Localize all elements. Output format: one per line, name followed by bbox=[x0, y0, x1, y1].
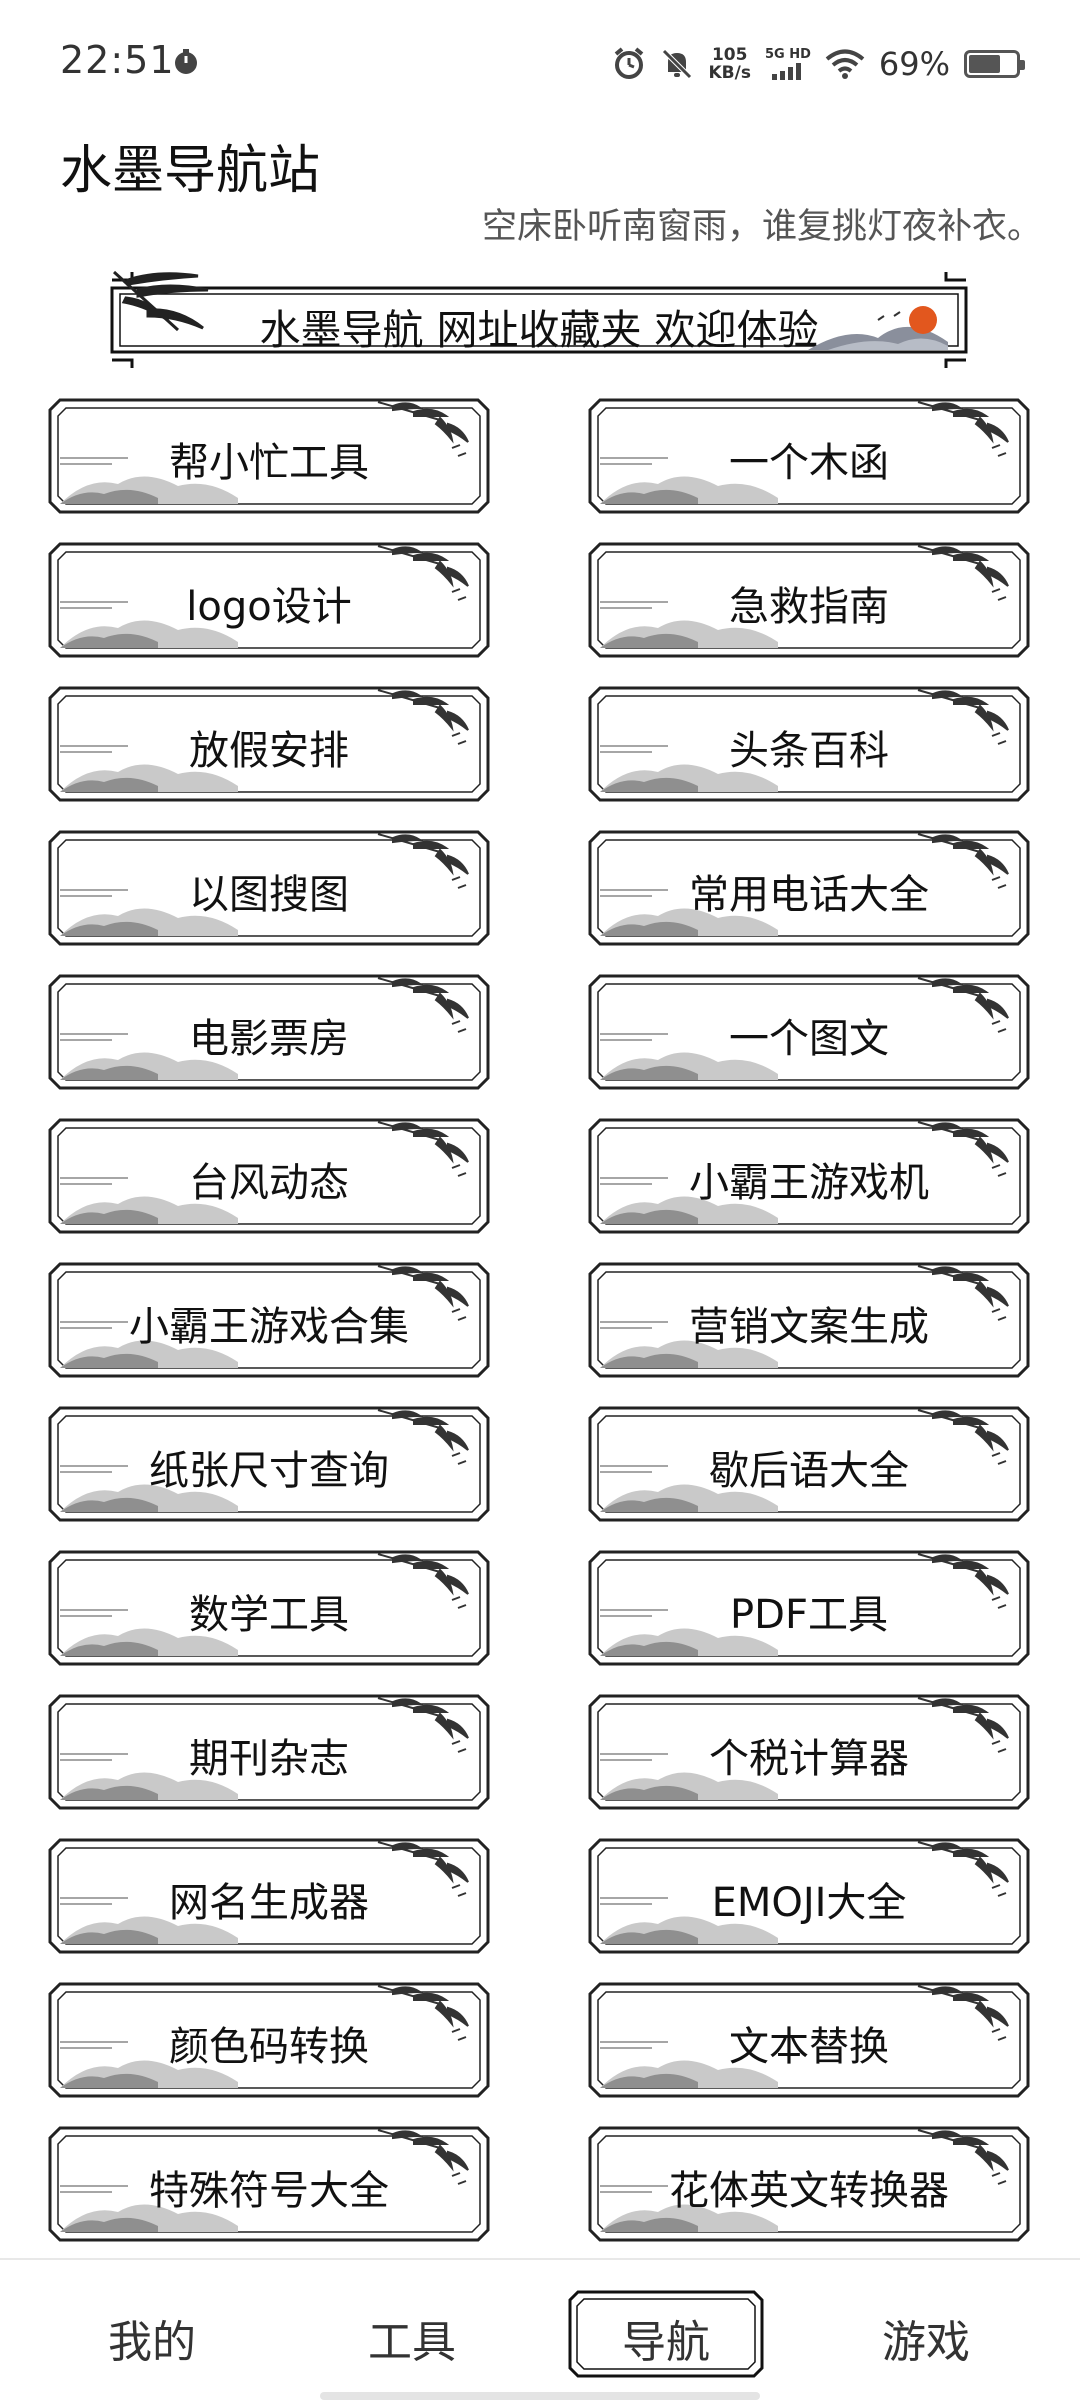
nav-card-label: 常用电话大全 bbox=[689, 872, 929, 918]
welcome-banner: 水墨导航 网址收藏夹 欢迎体验 bbox=[108, 270, 970, 370]
nav-card-label: EMOJI大全 bbox=[711, 1880, 907, 1926]
nav-card-label: 帮小忙工具 bbox=[169, 440, 369, 486]
nav-tab-tools[interactable]: 工具 bbox=[312, 2306, 512, 2370]
nav-card[interactable]: 文本替换 bbox=[588, 1982, 1030, 2098]
nav-card[interactable]: 常用电话大全 bbox=[588, 830, 1030, 946]
alarm-icon bbox=[615, 47, 644, 79]
battery-percent: 69% bbox=[878, 45, 950, 83]
nav-card-label: logo设计 bbox=[186, 584, 352, 630]
nav-card[interactable]: 个税计算器 bbox=[588, 1694, 1030, 1810]
page-title: 水墨导航站 bbox=[60, 141, 321, 201]
network-label: 5G HD bbox=[764, 47, 811, 62]
mute-bell-icon bbox=[662, 49, 693, 79]
nav-card[interactable]: 颜色码转换 bbox=[48, 1982, 490, 2098]
net-speed-value: 105 bbox=[711, 45, 748, 65]
nav-card[interactable]: 台风动态 bbox=[48, 1118, 490, 1234]
nav-card[interactable]: 一个木函 bbox=[588, 398, 1030, 514]
nav-card-label: 急救指南 bbox=[729, 584, 889, 630]
cellular-indicator: 5G HD bbox=[765, 48, 811, 80]
nav-card-label: 数学工具 bbox=[189, 1592, 349, 1638]
net-speed-unit: KB/s bbox=[708, 63, 751, 83]
nav-card-label: 一个木函 bbox=[729, 440, 889, 486]
nav-card-label: 电影票房 bbox=[189, 1016, 349, 1062]
nav-tab-games[interactable]: 游戏 bbox=[826, 2306, 1026, 2370]
nav-card[interactable]: 期刊杂志 bbox=[48, 1694, 490, 1810]
nav-card-label: 特殊符号大全 bbox=[149, 2168, 389, 2214]
nav-card[interactable]: 小霸王游戏合集 bbox=[48, 1262, 490, 1378]
battery-icon bbox=[964, 50, 1025, 78]
nav-card[interactable]: 纸张尺寸查询 bbox=[48, 1406, 490, 1522]
nav-card-label: 头条百科 bbox=[729, 728, 889, 774]
status-time: 22:51 bbox=[60, 38, 175, 82]
header-poem: 空床卧听南窗雨，谁复挑灯夜补衣。 bbox=[481, 207, 1042, 247]
nav-card[interactable]: 放假安排 bbox=[48, 686, 490, 802]
nav-card-label: 歇后语大全 bbox=[709, 1448, 909, 1494]
nav-card-label: 以图搜图 bbox=[189, 872, 349, 918]
nav-card[interactable]: logo设计 bbox=[48, 542, 490, 658]
nav-card-label: 小霸王游戏机 bbox=[689, 1160, 929, 1206]
nav-card-label: 一个图文 bbox=[729, 1016, 889, 1062]
nav-tab-navigation[interactable]: 导航 bbox=[566, 2306, 766, 2370]
nav-card[interactable]: 网名生成器 bbox=[48, 1838, 490, 1954]
nav-card[interactable]: 一个图文 bbox=[588, 974, 1030, 1090]
nav-card-label: 颜色码转换 bbox=[169, 2024, 369, 2070]
nav-card[interactable]: 小霸王游戏机 bbox=[588, 1118, 1030, 1234]
battery-fill bbox=[969, 55, 1000, 73]
bottom-nav: 我的 工具 导航 游戏 bbox=[0, 2258, 1080, 2408]
status-bar: 22:51 105 KB/s 5G HD 69% bbox=[0, 0, 1080, 120]
nav-card-label: 纸张尺寸查询 bbox=[149, 1448, 389, 1494]
nav-card-label: 放假安排 bbox=[189, 728, 349, 774]
nav-card[interactable]: 特殊符号大全 bbox=[48, 2126, 490, 2242]
nav-card-label: 个税计算器 bbox=[709, 1736, 909, 1782]
nav-card[interactable]: 歇后语大全 bbox=[588, 1406, 1030, 1522]
home-indicator bbox=[320, 2392, 760, 2400]
nav-card-label: 期刊杂志 bbox=[189, 1736, 349, 1782]
nav-card[interactable]: 急救指南 bbox=[588, 542, 1030, 658]
banner-text: 水墨导航 网址收藏夹 欢迎体验 bbox=[259, 306, 819, 354]
nav-card[interactable]: 花体英文转换器 bbox=[588, 2126, 1030, 2242]
nav-card-label: 花体英文转换器 bbox=[669, 2168, 949, 2214]
status-icons: 105 KB/s 5G HD 69% bbox=[612, 40, 1025, 88]
stopwatch-icon bbox=[175, 49, 197, 74]
nav-card-label: 文本替换 bbox=[729, 2024, 889, 2070]
nav-card[interactable]: 营销文案生成 bbox=[588, 1262, 1030, 1378]
nav-tab-mine[interactable]: 我的 bbox=[52, 2306, 252, 2370]
nav-card[interactable]: PDF工具 bbox=[588, 1550, 1030, 1666]
signal-icon bbox=[771, 63, 801, 80]
nav-card-label: 台风动态 bbox=[189, 1160, 349, 1206]
wifi-icon bbox=[825, 49, 865, 79]
nav-card[interactable]: 电影票房 bbox=[48, 974, 490, 1090]
nav-card-label: 小霸王游戏合集 bbox=[129, 1304, 409, 1350]
nav-card-label: 营销文案生成 bbox=[689, 1304, 929, 1350]
nav-card[interactable]: 以图搜图 bbox=[48, 830, 490, 946]
nav-card-label: PDF工具 bbox=[730, 1592, 888, 1638]
nav-card[interactable]: EMOJI大全 bbox=[588, 1838, 1030, 1954]
nav-card[interactable]: 帮小忙工具 bbox=[48, 398, 490, 514]
nav-card-label: 网名生成器 bbox=[169, 1880, 369, 1926]
nav-card[interactable]: 头条百科 bbox=[588, 686, 1030, 802]
nav-card[interactable]: 数学工具 bbox=[48, 1550, 490, 1666]
net-speed: 105 KB/s bbox=[708, 46, 750, 82]
